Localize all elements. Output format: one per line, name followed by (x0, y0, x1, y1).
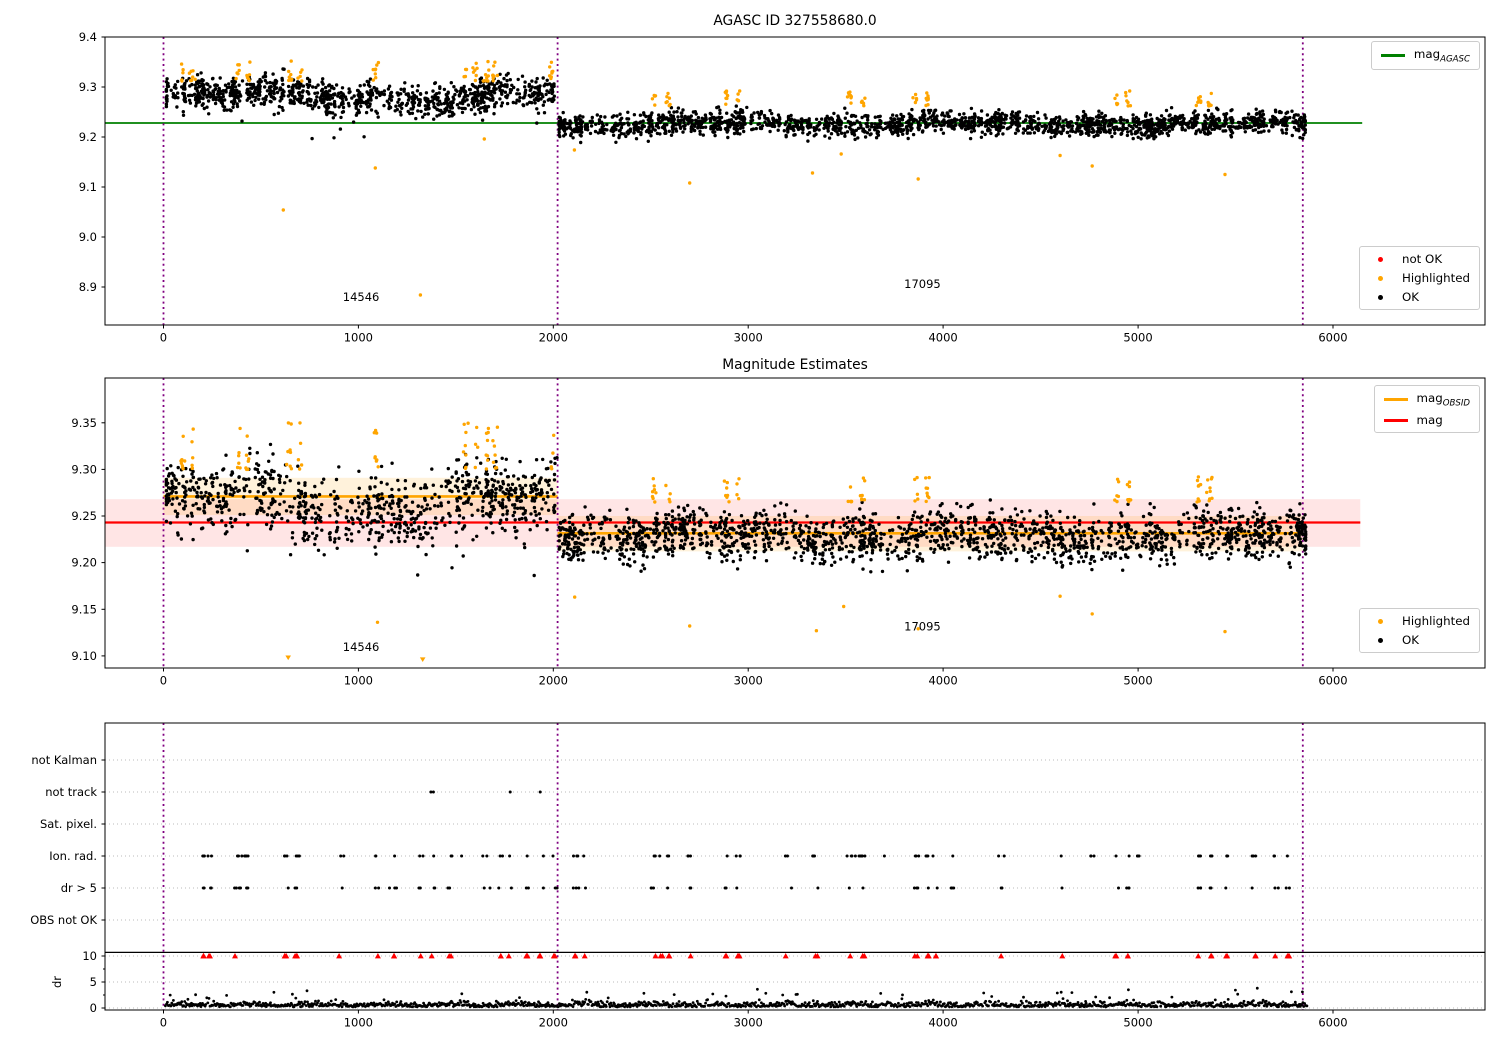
ok2-marker-wrap (1369, 637, 1393, 643)
dr-tick-label: 0 (90, 1001, 97, 1015)
legend-panel2-markers[interactable]: Highlighted OK (1358, 608, 1480, 653)
obsid-annotation: 17095 (904, 277, 941, 291)
legend-label-mag-agasc: magAGASC (1413, 47, 1470, 65)
flag-row-label: Sat. pixel. (40, 817, 97, 831)
dr-tick-label: 10 (82, 949, 97, 963)
x-tick-label: 1000 (344, 1016, 373, 1030)
legend-item-highlighted-2: Highlighted (1369, 614, 1470, 628)
x-tick-label: 0 (160, 331, 167, 345)
legend-label-ok-2: OK (1401, 633, 1420, 647)
x-tick-label: 5000 (1123, 1016, 1152, 1030)
y-tick-label: 9.1 (79, 180, 97, 194)
legend-item-mag-agasc: magAGASC (1380, 47, 1470, 65)
legend-label-mag: mag (1416, 413, 1443, 428)
axes-spines (104, 722, 1486, 1011)
mag-agasc-line-sample (1380, 54, 1405, 57)
obsid-annotation: 14546 (343, 290, 380, 304)
x-tick-label: 2000 (539, 674, 568, 688)
dr-axis-label: dr (50, 976, 64, 988)
x-tick-label: 4000 (928, 1016, 957, 1030)
legend-mag-agasc[interactable]: magAGASC (1370, 41, 1480, 71)
panel1-title: AGASC ID 327558680.0 (713, 13, 877, 29)
x-tick-label: 3000 (734, 1016, 763, 1030)
obsid-annotation: 14546 (343, 640, 380, 654)
y-tick-label: 9.0 (79, 230, 97, 244)
x-tick-label: 3000 (734, 331, 763, 345)
y-tick-label: 9.2 (79, 130, 97, 144)
flag-points (201, 790, 1291, 890)
legend-item-mag-obsid: magOBSID (1383, 391, 1471, 409)
mag-obsid-line-sample-wrap (1383, 398, 1408, 401)
x-tick-label: 5000 (1123, 674, 1152, 688)
dr-clipped-points (200, 953, 1293, 959)
mag-obsid-line-sample (1383, 398, 1408, 401)
highlighted2-marker-wrap (1369, 618, 1393, 624)
legend-item-not-ok: not OK (1369, 252, 1470, 266)
flag-row-label: not Kalman (31, 753, 97, 767)
mag-agasc-line-sample-wrap (1380, 54, 1405, 57)
y-tick-label: 9.4 (79, 30, 97, 44)
x-tick-label: 6000 (1318, 331, 1347, 345)
legend-label-highlighted: Highlighted (1401, 271, 1470, 285)
legend-item-ok-2: OK (1369, 633, 1470, 647)
mag-line-sample-wrap (1383, 419, 1408, 422)
y-tick-label: 9.15 (71, 602, 97, 616)
chart-canvas: 9.49.39.29.19.08.90 1000 2000 3000 4000 5000 6… (30, 30, 1486, 1030)
x-tick-label: 6000 (1318, 1016, 1347, 1030)
dr-baseline-points (164, 986, 1309, 1009)
figure: 9.4 9.3 9.2 9.1 9.0 8.9 0 1000 2000 3000 4000 5000 6… (0, 0, 1500, 1050)
x-tick-label: 4000 (928, 331, 957, 345)
y-tick-label: 9.25 (71, 509, 97, 523)
legend-label-not-ok: not OK (1401, 252, 1443, 266)
x-tick-label: 1000 (344, 331, 373, 345)
not-ok-marker-wrap (1369, 256, 1393, 262)
legend-panel1-markers[interactable]: not OK Highlighted OK (1358, 246, 1480, 310)
y-tick-label: 9.3 (79, 80, 97, 94)
y-tick-label: 9.35 (71, 416, 97, 430)
not-ok-marker-icon (1378, 256, 1384, 262)
x-tick-label: 0 (160, 1016, 167, 1030)
flag-row-label: not track (45, 785, 97, 799)
y-tick-label: 9.20 (71, 556, 97, 570)
y-tick-label: 9.30 (71, 462, 97, 476)
legend-item-ok: OK (1369, 290, 1470, 304)
mag-line-sample (1383, 419, 1408, 422)
legend-label-highlighted-2: Highlighted (1401, 614, 1470, 628)
x-tick-label: 5000 (1123, 331, 1152, 345)
y-tick-label: 8.9 (79, 280, 97, 294)
flag-row-label: OBS not OK (30, 913, 97, 927)
flag-row-label: Ion. rad. (49, 849, 97, 863)
ok-marker-wrap (1369, 294, 1393, 300)
x-tick-label: 1000 (344, 674, 373, 688)
x-tick-label: 2000 (539, 1016, 568, 1030)
ok2-marker-icon (1378, 637, 1384, 643)
x-tick-label: 3000 (734, 674, 763, 688)
x-tick-label: 4000 (928, 674, 957, 688)
obsid-annotation: 17095 (904, 620, 941, 634)
flag-row-label: dr > 5 (61, 881, 97, 895)
legend-item-mag: mag (1383, 413, 1471, 428)
scatter-points-ok (164, 67, 1308, 145)
ok-marker-icon (1378, 294, 1384, 300)
legend-label-ok: OK (1401, 290, 1420, 304)
panel2-title: Magnitude Estimates (722, 357, 868, 373)
highlighted2-marker-icon (1378, 618, 1384, 624)
highlighted-marker-icon (1378, 275, 1384, 281)
legend-label-mag-obsid: magOBSID (1416, 391, 1471, 409)
x-tick-label: 2000 (539, 331, 568, 345)
dr-tick-label: 5 (90, 975, 97, 989)
highlighted-marker-wrap (1369, 275, 1393, 281)
y-tick-label: 9.10 (71, 649, 97, 663)
axes-spines (104, 36, 1486, 326)
x-tick-label: 6000 (1318, 674, 1347, 688)
legend-mag-obsid[interactable]: magOBSID mag (1373, 385, 1480, 434)
legend-item-highlighted: Highlighted (1369, 271, 1470, 285)
x-tick-label: 0 (160, 674, 167, 688)
